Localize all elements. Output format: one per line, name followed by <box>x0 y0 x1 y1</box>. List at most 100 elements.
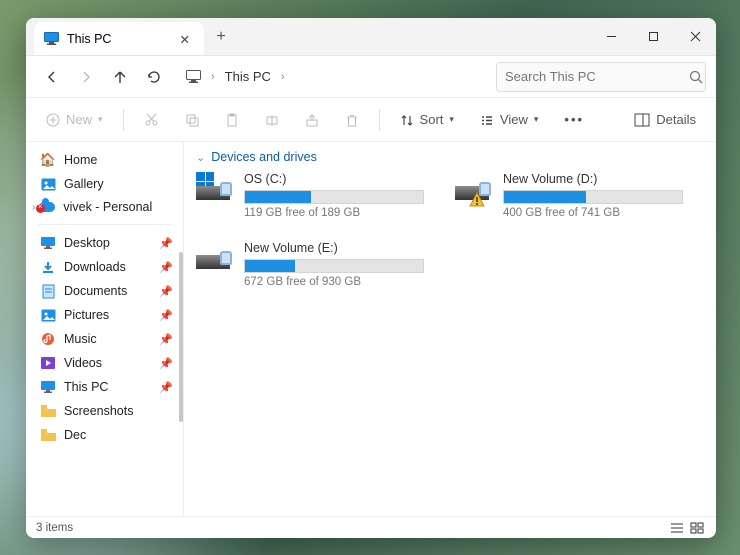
back-button[interactable] <box>36 61 68 93</box>
group-header-devices[interactable]: ⌄ Devices and drives <box>194 148 706 170</box>
storage-bar <box>244 259 424 273</box>
desktop-icon <box>40 235 56 251</box>
details-pane-button[interactable]: Details <box>628 108 702 131</box>
refresh-button[interactable] <box>138 61 170 93</box>
sidebar-item-pictures[interactable]: Pictures📌 <box>26 303 183 327</box>
sidebar-item-gallery[interactable]: Gallery <box>26 172 183 196</box>
copy-button[interactable] <box>179 109 205 131</box>
monitor-icon <box>186 70 201 84</box>
maximize-button[interactable] <box>632 18 674 55</box>
drive-free-space: 400 GB free of 741 GB <box>503 207 686 219</box>
monitor-icon <box>44 32 59 46</box>
details-pane-icon <box>634 113 650 127</box>
music-icon <box>40 331 56 347</box>
drive-item[interactable]: New Volume (D:) 400 GB free of 741 GB <box>453 170 688 221</box>
drive-icon <box>196 241 234 279</box>
new-button[interactable]: New ▾ <box>40 108 109 131</box>
sort-icon <box>400 113 414 127</box>
sidebar-item-documents[interactable]: Documents📌 <box>26 279 183 303</box>
documents-icon <box>40 283 56 299</box>
navigation-pane[interactable]: 🏠Home Gallery ›vivek - Personal Desktop📌… <box>26 142 184 516</box>
details-view-button[interactable] <box>668 520 686 536</box>
delete-button[interactable] <box>339 109 365 131</box>
body: 🏠Home Gallery ›vivek - Personal Desktop📌… <box>26 142 716 516</box>
drive-free-space: 119 GB free of 189 GB <box>244 207 427 219</box>
tab-this-pc[interactable]: This PC ✕ <box>34 22 204 56</box>
search-box[interactable] <box>496 62 706 92</box>
pin-icon: 📌 <box>159 285 173 298</box>
cloud-icon <box>39 202 55 212</box>
scissors-icon <box>144 112 159 127</box>
chevron-down-icon: ⌄ <box>196 151 205 164</box>
paste-button[interactable] <box>219 109 245 131</box>
address-bar[interactable]: › This PC › <box>178 61 293 93</box>
sync-error-icon <box>36 204 45 213</box>
pin-icon: 📌 <box>159 237 173 250</box>
tiles-view-button[interactable] <box>688 520 706 536</box>
up-button[interactable] <box>104 61 136 93</box>
view-mode-toggles <box>668 520 706 536</box>
rename-icon <box>265 113 279 127</box>
pin-icon: 📌 <box>159 261 173 274</box>
pin-icon: 📌 <box>159 309 173 322</box>
videos-icon <box>40 355 56 371</box>
tab-close-icon[interactable]: ✕ <box>176 32 194 47</box>
navigation-bar: › This PC › <box>26 56 716 98</box>
folder-icon <box>40 403 56 419</box>
breadcrumb-location[interactable]: This PC <box>225 69 271 84</box>
sidebar-item-downloads[interactable]: Downloads📌 <box>26 255 183 279</box>
sort-button[interactable]: Sort ▾ <box>394 108 460 131</box>
sidebar-item-screenshots[interactable]: Screenshots <box>26 399 183 423</box>
drive-free-space: 672 GB free of 930 GB <box>244 276 427 288</box>
home-icon: 🏠 <box>40 152 56 168</box>
view-button[interactable]: View ▾ <box>474 108 544 131</box>
drives-container: OS (C:)119 GB free of 189 GB New Volume (… <box>194 170 706 290</box>
share-button[interactable] <box>299 109 325 131</box>
cut-button[interactable] <box>138 108 165 131</box>
pin-icon: 📌 <box>159 333 173 346</box>
chevron-right-icon: › <box>32 202 35 213</box>
chevron-right-icon: › <box>211 71 215 83</box>
plus-circle-icon <box>46 113 60 127</box>
toolbar: New ▾ Sort ▾ View ▾ ••• Details <box>26 98 716 142</box>
item-count: 3 items <box>36 522 73 534</box>
sidebar-item-dec[interactable]: Dec <box>26 423 183 447</box>
sidebar-item-home[interactable]: 🏠Home <box>26 148 183 172</box>
search-input[interactable] <box>505 69 681 84</box>
view-icon <box>480 113 494 127</box>
downloads-icon <box>40 259 56 275</box>
copy-icon <box>185 113 199 127</box>
search-icon <box>689 70 703 84</box>
pin-icon: 📌 <box>159 381 173 394</box>
trash-icon <box>345 113 359 127</box>
rename-button[interactable] <box>259 109 285 131</box>
sidebar-item-desktop[interactable]: Desktop📌 <box>26 231 183 255</box>
more-button[interactable]: ••• <box>558 108 590 131</box>
monitor-icon <box>40 379 56 395</box>
clipboard-icon <box>225 113 239 127</box>
gallery-icon <box>40 176 56 192</box>
sidebar-item-this-pc[interactable]: This PC📌 <box>26 375 183 399</box>
drive-item[interactable]: OS (C:)119 GB free of 189 GB <box>194 170 429 221</box>
storage-bar <box>503 190 683 204</box>
pictures-icon <box>40 307 56 323</box>
drive-icon <box>455 172 493 210</box>
close-window-button[interactable] <box>674 18 716 55</box>
minimize-button[interactable] <box>590 18 632 55</box>
share-icon <box>305 113 319 127</box>
chevron-down-icon: ▾ <box>534 114 539 125</box>
content-pane[interactable]: ⌄ Devices and drives OS (C:)119 GB free … <box>184 142 716 516</box>
pin-icon: 📌 <box>159 357 173 370</box>
drive-name: New Volume (E:) <box>244 241 427 255</box>
storage-bar <box>244 190 424 204</box>
sidebar-item-onedrive[interactable]: ›vivek - Personal <box>26 196 183 218</box>
drive-item[interactable]: New Volume (E:) 672 GB free of 930 GB <box>194 239 429 290</box>
folder-icon <box>40 427 56 443</box>
forward-button[interactable] <box>70 61 102 93</box>
drive-name: New Volume (D:) <box>503 172 686 186</box>
sidebar-item-music[interactable]: Music📌 <box>26 327 183 351</box>
sidebar-item-videos[interactable]: Videos📌 <box>26 351 183 375</box>
new-tab-button[interactable]: + <box>204 18 238 55</box>
chevron-right-icon[interactable]: › <box>281 71 285 83</box>
chevron-down-icon: ▾ <box>449 114 454 125</box>
